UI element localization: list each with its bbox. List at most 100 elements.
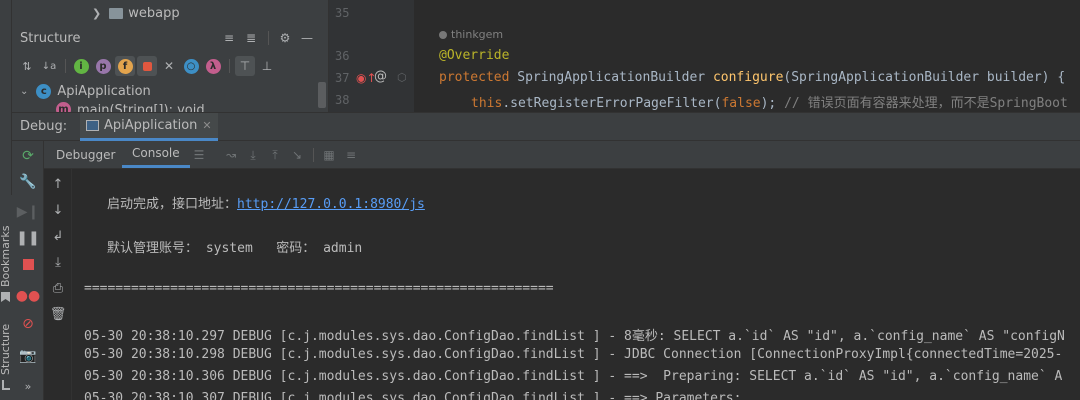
show-fields-icon[interactable]: f [114, 55, 136, 77]
chevron-down-icon: ⌄ [20, 85, 29, 97]
scroll-to-end-icon[interactable]: ⤓ [44, 251, 72, 273]
run-to-cursor-icon[interactable]: ↘ [286, 144, 308, 166]
author-name: thinkgem [451, 28, 504, 41]
call-close: ); [760, 96, 777, 111]
console-toolbar: ☰ ↝ ⤓ ⤒ ↘ ▦ ≡ [188, 144, 362, 166]
tree-item-class[interactable]: ⌄ c ApiApplication [20, 80, 151, 102]
call: .setRegisterErrorPageFilter( [502, 96, 722, 111]
close-icon[interactable]: ✕ [202, 119, 211, 132]
separator [224, 55, 234, 77]
debug-session-tab[interactable]: ApiApplication ✕ [80, 113, 218, 141]
sort-alphabetically-icon[interactable]: ↓a [38, 55, 60, 77]
pause-icon[interactable]: ❚❚ [12, 225, 44, 251]
expand-all-icon[interactable]: ≡ [218, 27, 240, 49]
type-name: SpringApplicationBuilder [517, 70, 706, 85]
side-tabs: Bookmarks Structure [0, 195, 12, 400]
rerun-icon[interactable]: ⟳ [12, 143, 44, 169]
gear-icon[interactable]: ⚙ [274, 27, 296, 49]
mute-breakpoints-icon[interactable]: ⊘ [12, 311, 44, 337]
scroll-up-icon[interactable]: ↑ [44, 173, 72, 195]
console-separator: ========================================… [84, 281, 554, 296]
trash-icon[interactable]: 🗑 [44, 303, 72, 325]
application-icon [86, 120, 99, 131]
tree-item-webapp[interactable]: ❯ webapp [92, 2, 180, 24]
autoscroll-to-source-icon[interactable]: ⊤ [234, 55, 256, 77]
console-log-line: 05-30 20:38:10.307 DEBUG [c.j.modules.sy… [84, 391, 742, 400]
line-number: 36 [335, 49, 350, 63]
line-number: 38 [335, 93, 350, 107]
class-label: ApiApplication [57, 83, 151, 99]
console-output[interactable]: 启动完成，接口地址：http://127.0.0.1:8980/js 默认管理账… [72, 169, 1080, 400]
sort-by-type-icon[interactable]: ⇅ [16, 55, 38, 77]
debug-label: Debug: [20, 119, 68, 134]
step-into-icon[interactable]: ⤒ [264, 144, 286, 166]
lambda-icon[interactable]: λ [202, 55, 224, 77]
bookmark-icon [1, 292, 10, 302]
side-tab-bookmarks[interactable]: Bookmarks [0, 226, 12, 287]
separator [308, 144, 318, 166]
annotation-text: @Override [439, 48, 510, 63]
autoscroll-from-source-icon[interactable]: ⊥ [256, 55, 278, 77]
camera-icon[interactable]: 📷 [12, 343, 44, 369]
collapse-all-icon[interactable]: ≣ [240, 27, 262, 49]
console-started-line: 启动完成，接口地址：http://127.0.0.1:8980/js [107, 193, 425, 212]
show-execution-point-icon[interactable]: ↝ [220, 144, 242, 166]
layout-icon[interactable]: ≡ [340, 144, 362, 166]
chevron-right-icon: ❯ [92, 6, 102, 20]
resume-icon[interactable]: ▶❙ [12, 199, 44, 225]
structure-header: Structure [20, 27, 80, 49]
editor-gutter: 35 36 37 38 ◉↑ @ ⬡ [329, 0, 414, 112]
structure-filter-toolbar: ⇅ ↓a i p f ✕ ○ λ ⊤ ⊥ [16, 55, 278, 77]
folder-icon [109, 7, 124, 19]
structure-scrollbar[interactable] [318, 82, 326, 108]
show-anonymous-icon[interactable]: ○ [180, 55, 202, 77]
more-icon[interactable]: » [12, 373, 44, 399]
structure-title: Structure [20, 30, 81, 46]
debug-tab-label: ApiApplication [104, 118, 198, 133]
stop-icon[interactable] [12, 251, 44, 277]
structure-panel: ❯ webapp Structure ≡ ≣ ⚙ — ⇅ ↓a i p f ✕ … [12, 0, 328, 112]
separator [210, 144, 220, 166]
tree-item-method[interactable]: m main(String[]): void [56, 100, 205, 112]
structure-header-tools: ≡ ≣ ⚙ — [218, 27, 318, 49]
tab-console-label: Console [132, 146, 180, 160]
print-icon[interactable]: ⎙ [44, 277, 72, 299]
scroll-down-icon[interactable]: ↓ [44, 199, 72, 221]
console-log-line: 05-30 20:38:10.306 DEBUG [c.j.modules.sy… [84, 369, 1063, 384]
show-lambdas-icon[interactable]: ✕ [158, 55, 180, 77]
tab-debugger[interactable]: Debugger [46, 141, 125, 168]
method-label: main(String[]): void [77, 102, 205, 113]
line-number: 37 [335, 71, 350, 85]
show-properties-icon[interactable]: p [92, 55, 114, 77]
class-icon: c [36, 83, 52, 99]
method-name: configure [712, 70, 784, 85]
user-icon [439, 30, 447, 39]
console-log-line: 05-30 20:38:10.297 DEBUG [c.j.modules.sy… [84, 329, 1065, 344]
minimize-icon[interactable]: — [296, 27, 318, 49]
menu-icon[interactable]: ☰ [188, 144, 210, 166]
keyword: protected [439, 70, 510, 85]
side-tab-structure[interactable]: Structure [0, 324, 12, 375]
wrench-icon[interactable]: 🔧 [12, 169, 44, 195]
started-label: 启动完成，接口地址： [107, 197, 238, 212]
code-line-36: @Override [439, 48, 509, 63]
code-editor[interactable]: 35 36 37 38 ◉↑ @ ⬡ thinkgem @Override pr… [328, 0, 1080, 112]
view-breakpoints-icon[interactable]: ●● [12, 283, 44, 309]
separator [60, 55, 70, 77]
tab-console[interactable]: Console [122, 141, 190, 168]
annotation-gutter-icon[interactable]: @ [374, 69, 387, 84]
debug-actions-toolbar: ⟳ 🔧 ▶❙ ❚❚ ●● ⊘ 📷 » [12, 141, 44, 400]
keyword-this: this [471, 96, 503, 111]
step-over-icon[interactable]: ⤓ [242, 144, 264, 166]
keyword-false: false [721, 96, 761, 111]
evaluate-icon[interactable]: ▦ [318, 144, 340, 166]
soft-wrap-icon[interactable]: ↲ [44, 225, 72, 247]
started-url-link[interactable]: http://127.0.0.1:8980/js [237, 197, 425, 212]
show-non-public-icon[interactable] [136, 55, 158, 77]
show-inherited-icon[interactable]: i [70, 55, 92, 77]
fold-icon[interactable]: ⬡ [397, 71, 407, 84]
console-side-toolbar: ↑ ↓ ↲ ⤓ ⎙ 🗑 [44, 169, 72, 400]
debug-title-bar: Debug: ApiApplication ✕ [12, 112, 1080, 141]
structure-tab-label: Structure [0, 323, 12, 375]
console-admin-line: 默认管理账号： system 密码： admin [107, 241, 363, 256]
